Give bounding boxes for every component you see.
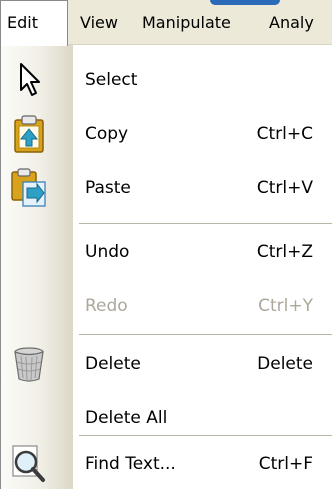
edit-dropdown-menu: Select Copy Ctrl+C Paste Ctrl+V Undo Ctr… (0, 45, 332, 489)
menu-analyze[interactable]: Analy (269, 0, 314, 45)
menu-item-label: Find Text... (85, 454, 176, 474)
menu-item-label: Select (85, 70, 138, 90)
paste-clipboard-icon (9, 168, 49, 208)
menu-bar: Edit View Manipulate Analy (0, 0, 332, 46)
menu-item-select[interactable]: Select (1, 53, 332, 107)
copy-clipboard-icon (9, 114, 49, 154)
menu-view[interactable]: View (80, 0, 118, 45)
menu-item-shortcut: Ctrl+V (256, 178, 313, 198)
menu-separator (79, 435, 332, 436)
title-accent (210, 0, 280, 5)
magnifier-icon (9, 444, 49, 484)
menu-item-shortcut: Ctrl+Z (256, 242, 313, 262)
menu-item-redo[interactable]: Redo Ctrl+Y (1, 279, 332, 333)
menu-item-paste[interactable]: Paste Ctrl+V (1, 161, 332, 215)
menu-item-find-text[interactable]: Find Text... Ctrl+F (1, 437, 332, 491)
menu-item-shortcut: Ctrl+Y (258, 296, 313, 316)
menu-item-label: Redo (85, 296, 128, 316)
menu-item-shortcut: Delete (257, 354, 313, 374)
menu-item-shortcut: Ctrl+C (256, 124, 313, 144)
menu-item-delete[interactable]: Delete Delete (1, 337, 332, 391)
menu-item-undo[interactable]: Undo Ctrl+Z (1, 225, 332, 279)
menu-item-label: Undo (85, 242, 130, 262)
menu-item-label: Paste (85, 178, 131, 198)
menu-separator (79, 334, 332, 335)
menu-item-label: Copy (85, 124, 129, 144)
menu-manipulate[interactable]: Manipulate (142, 0, 231, 45)
menu-item-label: Delete (85, 354, 141, 374)
menu-separator (79, 223, 332, 224)
trash-bin-icon (9, 344, 49, 384)
menu-item-copy[interactable]: Copy Ctrl+C (1, 107, 332, 161)
menu-edit[interactable]: Edit (0, 0, 68, 46)
arrow-pointer-icon (9, 60, 49, 100)
menu-item-shortcut: Ctrl+F (258, 454, 313, 474)
